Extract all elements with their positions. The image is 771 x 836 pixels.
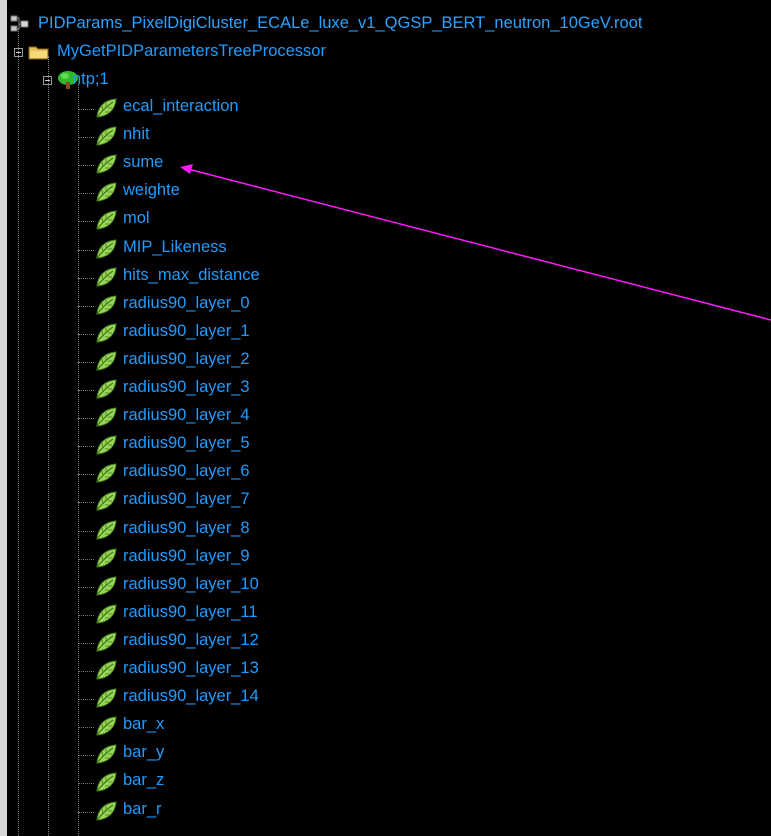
- tree-leaf-label: radius90_layer_13: [123, 659, 259, 677]
- leaf-icon: [96, 435, 117, 455]
- leaf-icon: [96, 660, 117, 680]
- leaf-icon: [96, 239, 117, 259]
- tree-leaf-label: bar_y: [123, 743, 165, 761]
- tree-leaf-label: MIP_Likeness: [123, 238, 227, 256]
- tree-leaf-label: radius90_layer_2: [123, 350, 250, 368]
- tree-leaf-label: radius90_layer_5: [123, 434, 250, 452]
- leaf-icon: [96, 491, 117, 511]
- leaf-icon: [96, 295, 117, 315]
- leaf-icon: [96, 604, 117, 624]
- leaf-icon: [96, 772, 117, 792]
- leaf-icon: [96, 267, 117, 287]
- leaf-icon: [96, 323, 117, 343]
- tree-leaf-label: bar_z: [123, 771, 165, 789]
- tree-leaf-label: radius90_layer_14: [123, 687, 259, 705]
- tree-leaf-label: nhit: [123, 125, 150, 143]
- tree-leaf-label: radius90_layer_10: [123, 575, 259, 593]
- tree-leaf-label: radius90_layer_4: [123, 406, 250, 424]
- leaf-icon: [96, 407, 117, 427]
- leaf-icon: [96, 379, 117, 399]
- tree-leaf-label: hits_max_distance: [123, 266, 260, 284]
- tree-leaf-label: radius90_layer_1: [123, 322, 250, 340]
- folder-icon: [28, 46, 49, 60]
- leaf-icon: [96, 98, 117, 118]
- leaf-icon: [96, 576, 117, 596]
- leaf-icon: [96, 351, 117, 371]
- tree-connector-processor: [48, 56, 49, 836]
- leaf-icon: [96, 126, 117, 146]
- leaf-icon: [96, 801, 117, 821]
- tree-leaf-label: radius90_layer_3: [123, 378, 250, 396]
- leaf-icon: [96, 716, 117, 736]
- leaf-icon: [96, 548, 117, 568]
- tree-leaf-label: radius90_layer_0: [123, 294, 250, 312]
- leaf-icon: [96, 463, 117, 483]
- tree-leaf-label: mol: [123, 209, 150, 227]
- tree-leaf-label: radius90_layer_12: [123, 631, 259, 649]
- leaf-icon: [96, 632, 117, 652]
- tree-node-root-file-label: PIDParams_PixelDigiCluster_ECALe_luxe_v1…: [38, 14, 643, 32]
- tree-leaf-label: radius90_layer_7: [123, 490, 250, 508]
- tree-leaf-label: radius90_layer_11: [123, 603, 258, 621]
- tree-leaf-label: sume: [123, 153, 164, 171]
- root-file-icon: [10, 15, 29, 32]
- tree-leaf-label: weighte: [123, 181, 180, 199]
- tree-connector-ntuple: [78, 84, 79, 836]
- tree-leaf-label: bar_x: [123, 715, 165, 733]
- tree-leaf-label: bar_r: [123, 800, 162, 818]
- leaf-icon: [96, 520, 117, 540]
- leaf-icon: [96, 744, 117, 764]
- leaf-icon: [96, 210, 117, 230]
- leaf-icon: [96, 154, 117, 174]
- tree-leaf-label: radius90_layer_9: [123, 547, 250, 565]
- leaf-icon: [96, 182, 117, 202]
- tree-leaf-label: ecal_interaction: [123, 97, 239, 115]
- root-file-browser-tree: PIDParams_PixelDigiCluster_ECALe_luxe_v1…: [0, 0, 771, 836]
- tree-leaf-label: radius90_layer_6: [123, 462, 250, 480]
- tree-node-processor-label: MyGetPIDParametersTreeProcessor: [57, 42, 326, 60]
- tree-leaf-label: radius90_layer_8: [123, 519, 250, 537]
- tree-connector-root: [18, 28, 19, 836]
- leaf-icon: [96, 688, 117, 708]
